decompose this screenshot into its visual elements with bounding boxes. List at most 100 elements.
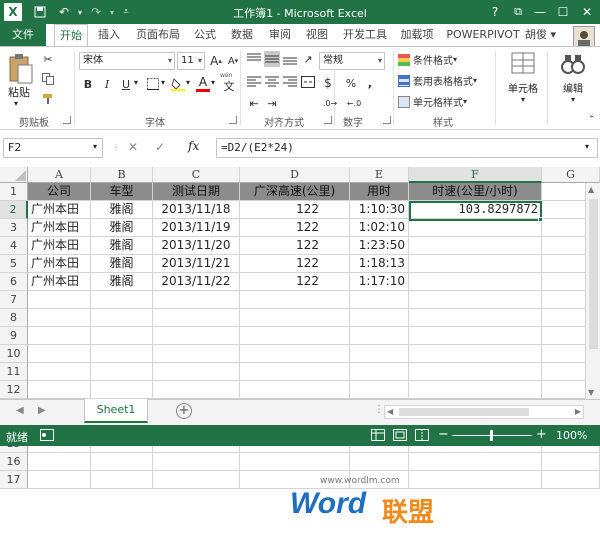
cell-a17[interactable] — [28, 471, 91, 489]
editing-button[interactable]: 编辑 ▾ — [553, 51, 593, 111]
cell-c11[interactable] — [153, 363, 240, 381]
cell-g16[interactable] — [542, 453, 600, 471]
page-layout-view-icon[interactable] — [393, 428, 407, 442]
enter-icon[interactable]: ✓ — [155, 140, 165, 154]
cell-f9[interactable] — [409, 327, 542, 345]
cell-d16[interactable] — [240, 453, 350, 471]
cell-b1[interactable]: 车型 — [91, 183, 153, 201]
cell-b10[interactable] — [91, 345, 153, 363]
zoom-in-button[interactable]: + — [536, 427, 547, 442]
cell-e7[interactable] — [350, 291, 409, 309]
collapse-ribbon-icon[interactable]: ⌃ — [588, 115, 596, 125]
tab-home[interactable]: 开始 — [54, 24, 88, 47]
cell-e9[interactable] — [350, 327, 409, 345]
column-header-d[interactable]: D — [240, 167, 350, 183]
sheet-tab-sheet1[interactable]: Sheet1 — [84, 399, 148, 423]
zoom-out-button[interactable]: − — [438, 427, 449, 442]
cell-c7[interactable] — [153, 291, 240, 309]
column-header-e[interactable]: E — [350, 167, 409, 183]
cell-e16[interactable] — [350, 453, 409, 471]
cell-c3[interactable]: 2013/11/19 — [153, 219, 240, 237]
decrease-font-icon[interactable]: A ▾ — [225, 53, 241, 69]
cell-c12[interactable] — [153, 381, 240, 399]
align-right-icon[interactable] — [282, 74, 298, 90]
cell-a7[interactable] — [28, 291, 91, 309]
cell-d3[interactable]: 122 — [240, 219, 350, 237]
cell-e11[interactable] — [350, 363, 409, 381]
name-box-dropdown-icon[interactable]: ▾ — [93, 142, 97, 151]
cell-e4[interactable]: 1:23:50 — [350, 237, 409, 255]
align-top-icon[interactable] — [246, 51, 262, 67]
cell-c6[interactable]: 2013/11/22 — [153, 273, 240, 291]
next-sheet-icon[interactable]: ▶ — [38, 405, 46, 416]
cell-a8[interactable] — [28, 309, 91, 327]
underline-dropdown-icon[interactable]: ▾ — [134, 78, 138, 87]
cell-c2[interactable]: 2013/11/18 — [153, 201, 240, 219]
cell-d12[interactable] — [240, 381, 350, 399]
cell-a11[interactable] — [28, 363, 91, 381]
cell-a1[interactable]: 公司 — [28, 183, 91, 201]
increase-indent-icon[interactable]: ⇥ — [264, 95, 280, 111]
cell-c8[interactable] — [153, 309, 240, 327]
copy-icon[interactable] — [40, 71, 56, 87]
cell-d5[interactable]: 122 — [240, 255, 350, 273]
insert-function-button[interactable]: fx — [188, 139, 199, 153]
underline-button[interactable]: U — [118, 76, 134, 92]
row-header-10[interactable]: 10 — [0, 345, 28, 363]
row-header-12[interactable]: 12 — [0, 381, 28, 399]
cell-e10[interactable] — [350, 345, 409, 363]
vertical-scroll-thumb[interactable] — [589, 199, 598, 349]
decrease-indent-icon[interactable]: ⇤ — [246, 95, 262, 111]
cell-d6[interactable]: 122 — [240, 273, 350, 291]
align-middle-icon[interactable] — [264, 51, 280, 67]
decrease-decimal-icon[interactable]: ←.0 — [346, 95, 362, 111]
align-left-icon[interactable] — [246, 74, 262, 90]
cell-d11[interactable] — [240, 363, 350, 381]
row-header-8[interactable]: 8 — [0, 309, 28, 327]
minimize-button[interactable]: — — [530, 3, 550, 21]
cell-c9[interactable] — [153, 327, 240, 345]
cell-d2[interactable]: 122 — [240, 201, 350, 219]
font-name-combo[interactable]: 宋体 ▾ — [79, 52, 175, 70]
cell-g17[interactable] — [542, 471, 600, 489]
cell-d8[interactable] — [240, 309, 350, 327]
comma-button[interactable]: , — [362, 75, 378, 91]
font-launcher-icon[interactable] — [229, 116, 237, 124]
horizontal-scrollbar[interactable]: ◀ ▶ — [384, 405, 584, 419]
scroll-right-icon[interactable]: ▶ — [575, 407, 581, 416]
normal-view-icon[interactable] — [371, 428, 385, 442]
cell-f4[interactable] — [409, 237, 542, 255]
cancel-icon[interactable]: ✕ — [128, 140, 138, 154]
scroll-left-icon[interactable]: ◀ — [387, 407, 393, 416]
phonetic-icon[interactable]: 文 — [221, 78, 237, 94]
sheet-split-handle[interactable]: ⋮ — [374, 404, 384, 415]
increase-decimal-icon[interactable]: .0→ — [322, 95, 338, 111]
cell-b2[interactable]: 雅阁 — [91, 201, 153, 219]
cell-f1[interactable]: 时速(公里/小时) — [409, 183, 542, 201]
page-break-view-icon[interactable] — [415, 428, 429, 442]
cell-a16[interactable] — [28, 453, 91, 471]
cell-a12[interactable] — [28, 381, 91, 399]
cell-f7[interactable] — [409, 291, 542, 309]
cell-a9[interactable] — [28, 327, 91, 345]
cell-e5[interactable]: 1:18:13 — [350, 255, 409, 273]
merge-center-icon[interactable] — [300, 74, 316, 90]
row-header-6[interactable]: 6 — [0, 273, 28, 291]
name-box[interactable]: F2 — [3, 138, 103, 158]
cell-e3[interactable]: 1:02:10 — [350, 219, 409, 237]
format-as-table-button[interactable]: 套用表格格式 ▾ — [398, 73, 477, 88]
cells-button[interactable]: 单元格 ▾ — [503, 51, 543, 111]
font-color-dropdown-icon[interactable]: ▾ — [211, 78, 215, 87]
tab-data[interactable]: 数据 — [228, 24, 256, 46]
cell-e12[interactable] — [350, 381, 409, 399]
format-painter-icon[interactable] — [40, 91, 56, 107]
number-launcher-icon[interactable] — [383, 116, 391, 124]
cell-c17[interactable] — [153, 471, 240, 489]
cell-f8[interactable] — [409, 309, 542, 327]
cell-b12[interactable] — [91, 381, 153, 399]
cell-d9[interactable] — [240, 327, 350, 345]
macro-record-icon[interactable] — [40, 429, 54, 441]
font-color-icon[interactable]: A — [196, 75, 210, 92]
cell-styles-button[interactable]: 单元格样式 ▾ — [398, 94, 467, 109]
cell-f12[interactable] — [409, 381, 542, 399]
